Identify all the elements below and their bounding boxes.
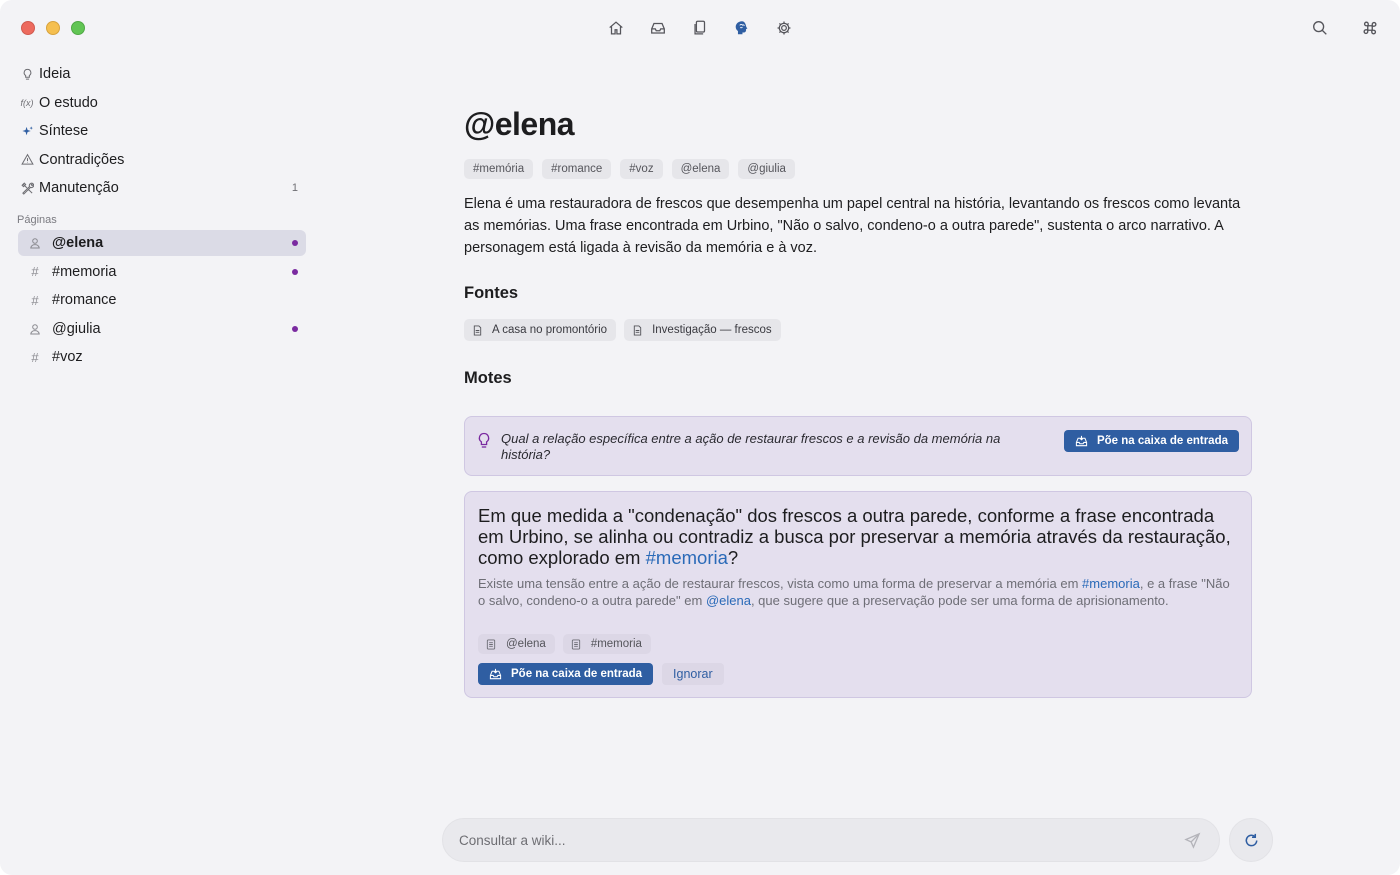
reference-label: @elena — [506, 638, 546, 650]
detail-text: Existe uma tensão entre a ação de restau… — [478, 576, 1083, 591]
source-chip[interactable]: Investigação — frescos — [624, 319, 781, 341]
inbox-icon — [1075, 435, 1088, 446]
button-label: Põe na caixa de entrada — [511, 668, 643, 680]
motes-heading: Motes — [464, 369, 512, 387]
page-description: Elena é uma restauradora de frescos que … — [464, 196, 1241, 256]
sources-list: A casa no promontório Investigação — fre… — [464, 319, 781, 341]
refresh-icon — [1245, 833, 1257, 846]
sidebar-item-manutencao[interactable]: Manutenção 1 — [14, 174, 310, 202]
tools-icon — [18, 179, 36, 197]
page-item-giulia[interactable]: @giulia — [18, 316, 306, 342]
query-bar — [442, 818, 1220, 862]
ignore-button[interactable]: Ignorar — [662, 663, 724, 685]
hash-icon: # — [31, 264, 39, 279]
sidebar-item-o-estudo[interactable]: f(x) O estudo — [14, 89, 310, 117]
page-item-elena[interactable]: @elena — [18, 230, 306, 256]
unread-dot — [292, 268, 298, 275]
document-icon — [473, 324, 482, 336]
reference-chip[interactable]: #memoria — [562, 634, 651, 654]
sidebar-item-sintese[interactable]: Síntese — [14, 117, 310, 145]
sidebar-item-label: O estudo — [39, 94, 98, 111]
memoria-link[interactable]: #memoria — [1082, 576, 1140, 591]
search-icon[interactable] — [1308, 14, 1332, 42]
function-icon: f(x) — [20, 97, 34, 108]
mote-card-expanded: Em que medida a "condenação" dos frescos… — [464, 491, 1252, 698]
question-text: Em que medida a "condenação" dos frescos… — [478, 505, 1231, 568]
tag-chip[interactable]: @giulia — [738, 159, 795, 179]
sidebar-item-label: Manutenção — [39, 180, 119, 196]
documents-icon[interactable] — [688, 14, 712, 42]
detail-text: , que sugere que a preservação pode ser … — [750, 592, 1169, 608]
brain-icon[interactable] — [730, 14, 754, 42]
tag-chip[interactable]: #memória — [464, 159, 534, 179]
page-item-label: #romance — [52, 292, 117, 308]
page-item-label: #voz — [52, 349, 83, 365]
page-item-label: @elena — [52, 235, 104, 251]
lightbulb-icon — [18, 65, 36, 83]
source-label: Investigação — frescos — [652, 324, 772, 336]
page-item-label: #memoria — [52, 263, 117, 280]
sidebar-item-ideia[interactable]: Ideia — [14, 60, 310, 88]
app-window: Ideia f(x) O estudo Síntese Contradições… — [0, 0, 1400, 875]
tag-chip[interactable]: @elena — [671, 159, 730, 179]
hash-icon: # — [31, 292, 39, 308]
page-title: @elena — [464, 106, 575, 142]
pages-section-label: Páginas — [17, 214, 57, 226]
unread-dot — [292, 325, 298, 332]
inbox-icon — [489, 668, 502, 679]
person-icon — [28, 323, 42, 335]
source-label: A casa no promontório — [492, 324, 608, 336]
command-icon[interactable] — [1358, 14, 1382, 42]
tag-chip[interactable]: #romance — [542, 159, 612, 179]
person-icon — [28, 237, 42, 249]
query-input[interactable] — [459, 819, 1159, 861]
button-label: Põe na caixa de entrada — [1096, 435, 1228, 447]
page-item-memoria[interactable]: # #memoria — [18, 259, 306, 285]
toolbar-center — [604, 14, 796, 42]
toolbar — [0, 14, 1400, 44]
lightbulb-icon — [478, 432, 490, 448]
reference-list: @elena #memoria — [478, 634, 651, 654]
unread-dot — [292, 240, 298, 246]
page-item-label: @giulia — [52, 320, 101, 337]
source-chip[interactable]: A casa no promontório — [464, 319, 617, 341]
send-icon[interactable] — [1184, 832, 1201, 849]
page-item-romance[interactable]: # #romance — [18, 287, 306, 313]
memoria-link[interactable]: #memoria — [646, 547, 728, 568]
sidebar-item-contradicoes[interactable]: Contradições — [14, 146, 310, 174]
tag-list: #memória #romance #voz @elena @giulia — [464, 159, 795, 179]
add-to-inbox-button[interactable]: Põe na caixa de entrada — [1063, 430, 1239, 452]
home-icon[interactable] — [604, 14, 628, 42]
maintenance-count-badge: 1 — [291, 182, 298, 194]
toolbar-right — [1308, 14, 1382, 42]
mote-actions: Põe na caixa de entrada Ignorar — [478, 663, 724, 685]
sidebar: Ideia f(x) O estudo Síntese Contradições… — [14, 60, 310, 373]
sidebar-item-label: Contradições — [39, 151, 125, 168]
mote-detail: Existe uma tensão entre a ação de restau… — [478, 576, 1238, 609]
hash-icon: # — [31, 349, 39, 365]
page-item-voz[interactable]: # #voz — [18, 344, 306, 370]
tag-chip[interactable]: #voz — [620, 159, 663, 179]
page-icon — [571, 638, 580, 650]
mote-question: Qual a relação específica entre a ação d… — [501, 431, 1001, 462]
reference-chip[interactable]: @elena — [478, 634, 555, 654]
sidebar-item-label: Ideia — [39, 66, 71, 82]
add-to-inbox-button[interactable]: Põe na caixa de entrada — [478, 663, 654, 685]
mote-card: Qual a relação específica entre a ação d… — [464, 416, 1252, 476]
sidebar-item-label: Síntese — [39, 123, 89, 139]
gear-icon[interactable] — [772, 14, 796, 42]
refresh-button[interactable] — [1229, 818, 1273, 862]
document-icon — [633, 324, 642, 336]
elena-link[interactable]: @elena — [706, 593, 751, 608]
sources-heading: Fontes — [464, 284, 519, 302]
reference-label: #memoria — [590, 638, 642, 650]
mote-question: Em que medida a "condenação" dos frescos… — [478, 505, 1238, 568]
question-text: ? — [727, 547, 739, 568]
warning-icon — [18, 151, 36, 169]
sparkle-icon — [18, 122, 36, 140]
page-icon — [486, 638, 496, 650]
inbox-icon[interactable] — [646, 14, 670, 42]
